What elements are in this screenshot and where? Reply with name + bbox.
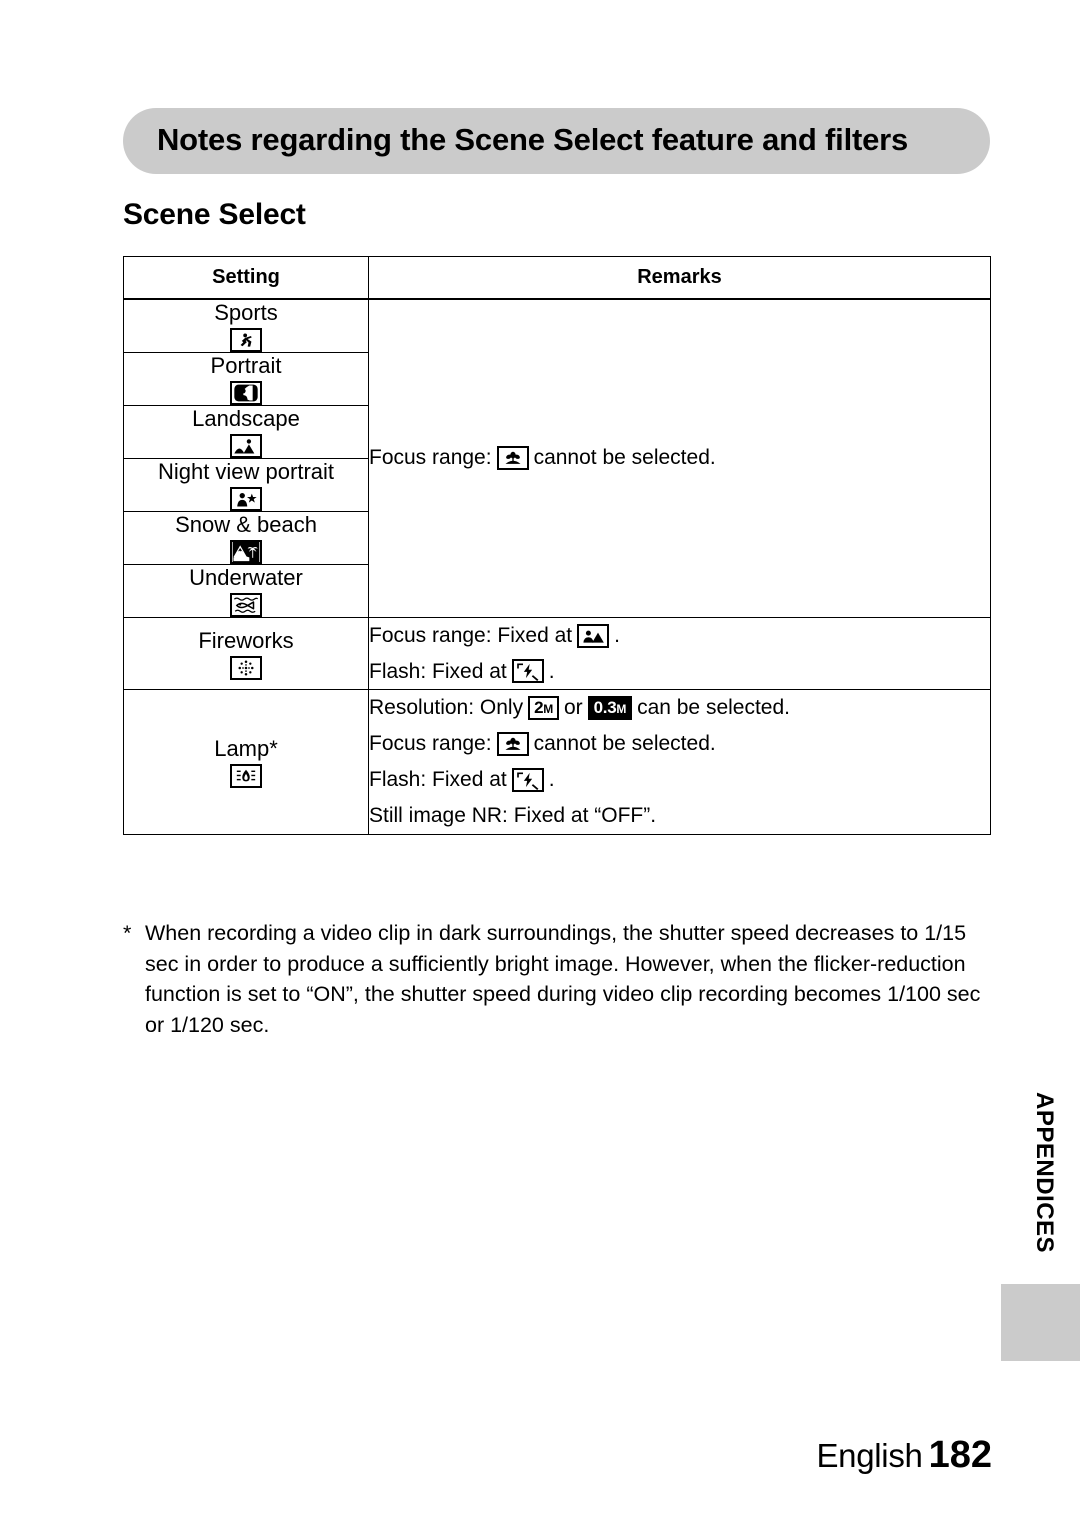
page-banner: Notes regarding the Scene Select feature… [123, 108, 990, 175]
remark-middle: or [563, 696, 583, 720]
setting-cell-fireworks: Fireworks [123, 616, 369, 691]
underwater-fish-icon [230, 592, 262, 617]
footnote-text: When recording a video clip in dark surr… [145, 921, 981, 1037]
footer-page-number: 182 [928, 1434, 992, 1476]
remarks-cell-focus-range-shared: Focus range: cannot be selected. [368, 298, 991, 618]
setting-cell-night-view-portrait: Night view portrait [123, 457, 369, 512]
chip-number: 2 [534, 698, 544, 718]
setting-icon-wrap [124, 655, 368, 680]
chip-number: 0.3 [593, 698, 617, 718]
setting-icon-wrap [124, 539, 368, 564]
table-row: Sports Focus range: cannot be selected. [123, 298, 991, 618]
remarks-cell-fireworks: Focus range: Fixed at . Flash: Fixed at [368, 616, 991, 691]
setting-label: Lamp* [214, 735, 278, 761]
page-footer: English 182 [816, 1434, 992, 1477]
sports-runner-icon [230, 327, 262, 352]
focus-infinity-icon [577, 623, 610, 648]
scene-select-table: Setting Remarks Sports Focus range: cann… [123, 256, 991, 835]
setting-cell-underwater: Underwater [123, 563, 369, 618]
remarks-cell-lamp: Resolution: Only 2M or 0.3M can be selec… [368, 689, 991, 835]
remark-line: Focus range: cannot be selected. [369, 726, 990, 762]
resolution-chip-2m: 2M [528, 696, 559, 721]
remark-prefix: Resolution: Only [369, 696, 524, 720]
table-header-row: Setting Remarks [123, 256, 991, 300]
remark-prefix: Focus range: [369, 446, 492, 470]
setting-cell-portrait: Portrait [123, 351, 369, 406]
remark-line: Resolution: Only 2M or 0.3M can be selec… [369, 690, 990, 726]
setting-label: Underwater [189, 564, 303, 590]
scene-select-table-wrapper: Setting Remarks Sports Focus range: cann… [123, 256, 991, 835]
remark-prefix: Focus range: Fixed at [369, 623, 573, 647]
remark-suffix: . [548, 767, 555, 791]
remark-suffix: cannot be selected. [533, 446, 716, 470]
remark-suffix: can be selected. [637, 696, 790, 720]
column-header-remarks: Remarks [368, 256, 991, 300]
setting-cell-sports: Sports [123, 298, 369, 353]
chip-unit: M [616, 702, 627, 717]
remark-line: Still image NR: Fixed at “OFF”. [369, 798, 990, 834]
table-row: Lamp* Resolution: Only 2M or 0.3M can be… [123, 689, 991, 835]
portrait-bust-icon [230, 380, 262, 405]
flash-off-icon [511, 767, 544, 792]
setting-cell-lamp: Lamp* [123, 689, 369, 835]
setting-cell-landscape: Landscape [123, 404, 369, 459]
night-view-portrait-icon [230, 486, 262, 511]
chip-unit: M [543, 702, 553, 717]
setting-label: Sports [214, 300, 278, 325]
setting-label: Landscape [192, 405, 300, 431]
remark-prefix: Flash: Fixed at [369, 767, 507, 791]
setting-cell-snow-and-beach: Snow & beach [123, 510, 369, 565]
flash-off-icon [511, 659, 544, 684]
remark-text: Still image NR: Fixed at “OFF”. [369, 803, 657, 827]
section-heading: Scene Select [123, 198, 306, 231]
remark-suffix: . [548, 659, 555, 683]
remark-line: Flash: Fixed at . [369, 654, 990, 690]
remark-prefix: Focus range: [369, 732, 492, 756]
macro-flower-icon [496, 732, 529, 757]
fireworks-burst-icon [230, 655, 262, 680]
resolution-chip-0-3m: 0.3M [587, 696, 633, 721]
remark-line: Focus range: Fixed at . [369, 618, 990, 654]
footer-language: English [816, 1437, 923, 1474]
side-tab-label: APPENDICES [1031, 1092, 1058, 1254]
setting-icon-wrap [124, 592, 368, 617]
setting-label: Night view portrait [157, 458, 335, 484]
banner-title: Notes regarding the Scene Select feature… [157, 122, 909, 157]
setting-label: Fireworks [198, 627, 294, 653]
setting-icon-wrap [124, 327, 368, 352]
lamp-flame-icon [230, 763, 262, 788]
macro-flower-icon [496, 446, 529, 471]
remark-suffix: . [614, 623, 620, 647]
table-row: Fireworks Focus range: Fixed at . Flash:… [123, 616, 991, 691]
side-tab-block [1001, 1284, 1080, 1361]
setting-label: Portrait [210, 352, 282, 378]
remark-prefix: Flash: Fixed at [369, 659, 507, 683]
setting-icon-wrap [124, 763, 368, 788]
setting-icon-wrap [124, 380, 368, 405]
landscape-hills-icon [230, 433, 262, 458]
remark-line: Focus range: cannot be selected. [369, 440, 990, 476]
snow-beach-icon [230, 539, 262, 564]
footnote: * When recording a video clip in dark su… [123, 918, 993, 1040]
setting-label: Snow & beach [175, 511, 317, 537]
footnote-marker: * [123, 921, 132, 945]
remark-line: Flash: Fixed at . [369, 762, 990, 798]
setting-icon-wrap [124, 486, 368, 511]
setting-icon-wrap [124, 433, 368, 458]
remark-suffix: cannot be selected. [533, 732, 716, 756]
column-header-setting: Setting [123, 256, 369, 300]
